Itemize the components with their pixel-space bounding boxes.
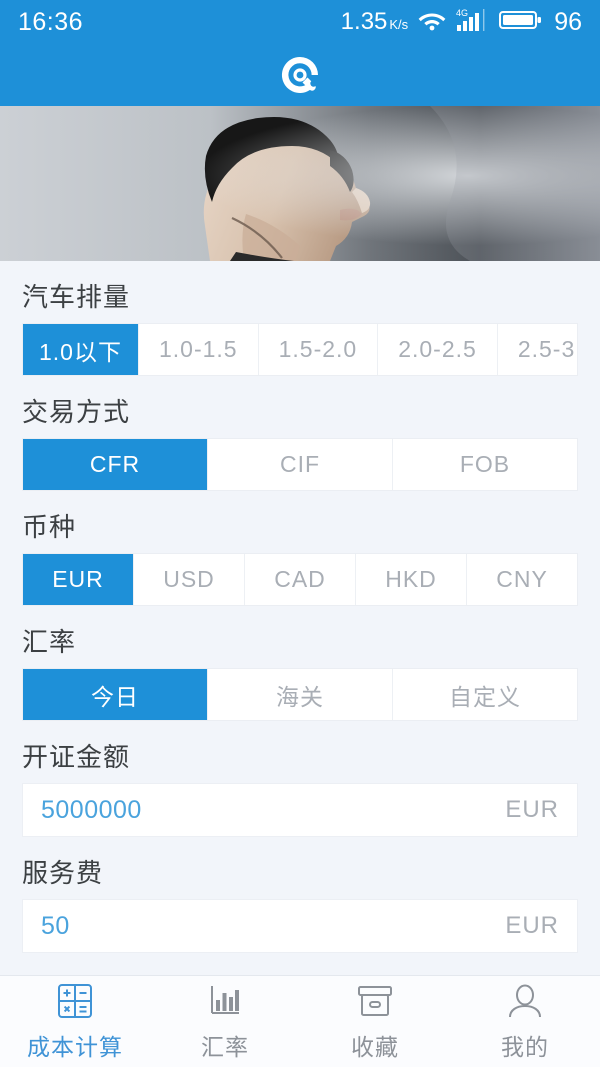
currency-option-cad[interactable]: CAD xyxy=(244,554,355,605)
field-trade-terms: 交易方式 CFR CIF FOB xyxy=(22,392,578,491)
wifi-icon xyxy=(417,9,447,36)
field-exchange-rate: 汇率 今日 海关 自定义 xyxy=(22,622,578,721)
tab-label-favorites: 收藏 xyxy=(351,1033,399,1060)
tab-exchange-rate[interactable]: 汇率 xyxy=(150,976,300,1067)
tab-label-cost-calculation: 成本计算 xyxy=(27,1033,123,1060)
displacement-option-1[interactable]: 1.0-1.5 xyxy=(137,324,258,375)
currency-option-hkd[interactable]: HKD xyxy=(355,554,466,605)
lc-amount-label: 开证金额 xyxy=(22,742,131,772)
currency-option-usd[interactable]: USD xyxy=(133,554,244,605)
currency-option-eur[interactable]: EUR xyxy=(23,554,133,605)
signal-icon: 4G xyxy=(456,7,490,38)
lc-amount-input[interactable]: 5000000 EUR xyxy=(22,783,578,837)
tab-profile[interactable]: 我的 xyxy=(450,976,600,1067)
banner-image xyxy=(0,106,600,261)
field-displacement: 汽车排量 1.0以下 1.0-1.5 1.5-2.0 2.0-2.5 2.5-3… xyxy=(22,277,578,376)
exchange-rate-option-customs[interactable]: 海关 xyxy=(207,669,392,720)
displacement-option-3[interactable]: 2.0-2.5 xyxy=(377,324,497,375)
battery-percent-label: 96 xyxy=(554,7,582,36)
archive-box-icon xyxy=(353,982,397,1022)
lc-amount-unit: EUR xyxy=(505,796,559,823)
exchange-rate-option-today[interactable]: 今日 xyxy=(23,669,207,720)
service-fee-label: 服务费 xyxy=(22,858,104,888)
currency-option-cny[interactable]: CNY xyxy=(466,554,577,605)
app-header xyxy=(0,44,600,106)
field-currency: 币种 EUR USD CAD HKD CNY xyxy=(22,507,578,606)
trade-terms-option-cif[interactable]: CIF xyxy=(207,439,392,490)
network-speed-unit: K/s xyxy=(389,17,409,32)
displacement-option-0[interactable]: 1.0以下 xyxy=(23,324,138,375)
exchange-rate-option-custom[interactable]: 自定义 xyxy=(392,669,577,720)
displacement-option-2[interactable]: 1.5-2.0 xyxy=(257,324,378,375)
app-logo-icon xyxy=(277,52,323,98)
exchange-rate-label: 汇率 xyxy=(22,627,77,657)
bottom-tab-bar: 成本计算 汇率 收藏 我的 xyxy=(0,975,600,1067)
status-bar: 16:36 1.35 K/s 4G 96 xyxy=(0,0,600,44)
trade-terms-label: 交易方式 xyxy=(22,397,131,427)
tab-label-profile: 我的 xyxy=(501,1033,549,1060)
app-screen: 16:36 1.35 K/s 4G 96 汽车排量 1.0以下 1.0-1.5 … xyxy=(0,0,600,1067)
currency-label: 币种 xyxy=(22,512,77,542)
network-speed-indicator: 1.35 K/s xyxy=(341,8,409,36)
field-lc-amount: 开证金额 5000000 EUR xyxy=(22,737,578,837)
status-bar-clock: 16:36 xyxy=(18,7,84,36)
lc-amount-value: 5000000 xyxy=(41,795,142,824)
displacement-label: 汽车排量 xyxy=(22,282,131,312)
tab-label-exchange-rate: 汇率 xyxy=(201,1033,249,1060)
battery-icon xyxy=(499,8,543,37)
bar-chart-icon xyxy=(203,982,247,1022)
displacement-option-row[interactable]: 1.0以下 1.0-1.5 1.5-2.0 2.0-2.5 2.5-3.0 3.… xyxy=(22,323,578,376)
service-fee-value: 50 xyxy=(41,911,70,940)
tab-cost-calculation[interactable]: 成本计算 xyxy=(0,976,150,1067)
calculator-icon xyxy=(53,982,97,1022)
displacement-option-4[interactable]: 2.5-3.0 xyxy=(496,324,577,375)
trade-terms-option-row: CFR CIF FOB xyxy=(22,438,578,491)
trade-terms-option-cfr[interactable]: CFR xyxy=(23,439,207,490)
service-fee-input[interactable]: 50 EUR xyxy=(22,899,578,953)
network-speed-value: 1.35 xyxy=(340,8,388,35)
currency-option-row: EUR USD CAD HKD CNY xyxy=(22,553,578,606)
trade-terms-option-fob[interactable]: FOB xyxy=(392,439,577,490)
tab-favorites[interactable]: 收藏 xyxy=(300,976,450,1067)
status-bar-indicators: 1.35 K/s 4G 96 xyxy=(341,7,582,38)
signal-type-label: 4G xyxy=(456,8,468,18)
cost-calculator-form: 汽车排量 1.0以下 1.0-1.5 1.5-2.0 2.0-2.5 2.5-3… xyxy=(0,277,600,1049)
exchange-rate-option-row: 今日 海关 自定义 xyxy=(22,668,578,721)
person-icon xyxy=(503,982,547,1022)
field-service-fee: 服务费 50 EUR xyxy=(22,853,578,953)
service-fee-unit: EUR xyxy=(505,912,559,939)
